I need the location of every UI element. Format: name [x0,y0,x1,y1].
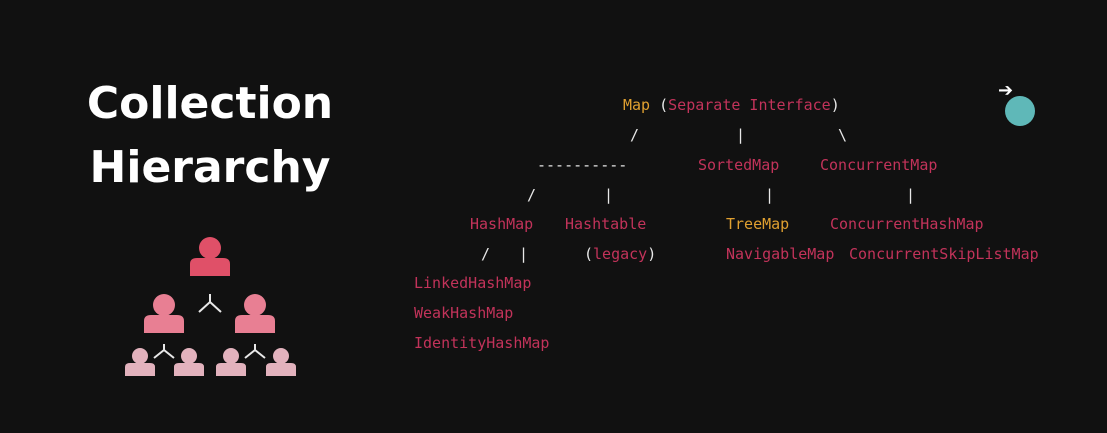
identity-hash-map-node: IdentityHashMap [414,334,550,352]
dashes-node: ---------- [537,156,628,174]
connector-slash: / [630,126,640,144]
root-node: Map (Separate Interface) [623,96,840,114]
person-mid-left [144,294,184,333]
title-line-2: Hierarchy [89,142,331,193]
legacy-note: (legacy) [584,245,657,263]
connector-pipe: | [604,186,614,204]
connector-slash: / [527,186,537,204]
people-hierarchy-icon [125,237,296,376]
hashtable-node: Hashtable [565,215,647,233]
connector-backslash: \ [838,126,848,144]
weak-hash-map-node: WeakHashMap [414,304,514,322]
person-bottom-2 [174,348,204,376]
concurrent-hash-map-node: ConcurrentHashMap [830,215,984,233]
linked-hash-map-node: LinkedHashMap [414,274,532,292]
arrow-pointer-icon: ➔ [998,80,1014,101]
connector-pipe: | [765,186,775,204]
title-line-1: Collection [86,78,334,129]
hash-map-node: HashMap [470,215,534,233]
connector-pipe: | [736,126,746,144]
connector-slash: / [481,245,491,263]
navigable-map-node: NavigableMap [726,245,835,263]
connector-pipe: | [519,245,529,263]
concurrent-map-node: ConcurrentMap [820,156,938,174]
person-bottom-1 [125,348,155,376]
concurrent-skip-list-map-node: ConcurrentSkipListMap [849,245,1039,263]
slide-title: Collection Hierarchy [60,72,360,200]
tree-map-node: TreeMap [726,215,790,233]
sorted-map-node: SortedMap [698,156,780,174]
slide: Collection Hierarchy Map (Separate Inter [0,0,1107,433]
person-top [190,237,230,276]
root-note: Separate Interface [668,96,831,114]
person-bottom-4 [266,348,296,376]
connector-pipe: | [906,186,916,204]
person-mid-right [235,294,275,333]
person-bottom-3 [216,348,246,376]
